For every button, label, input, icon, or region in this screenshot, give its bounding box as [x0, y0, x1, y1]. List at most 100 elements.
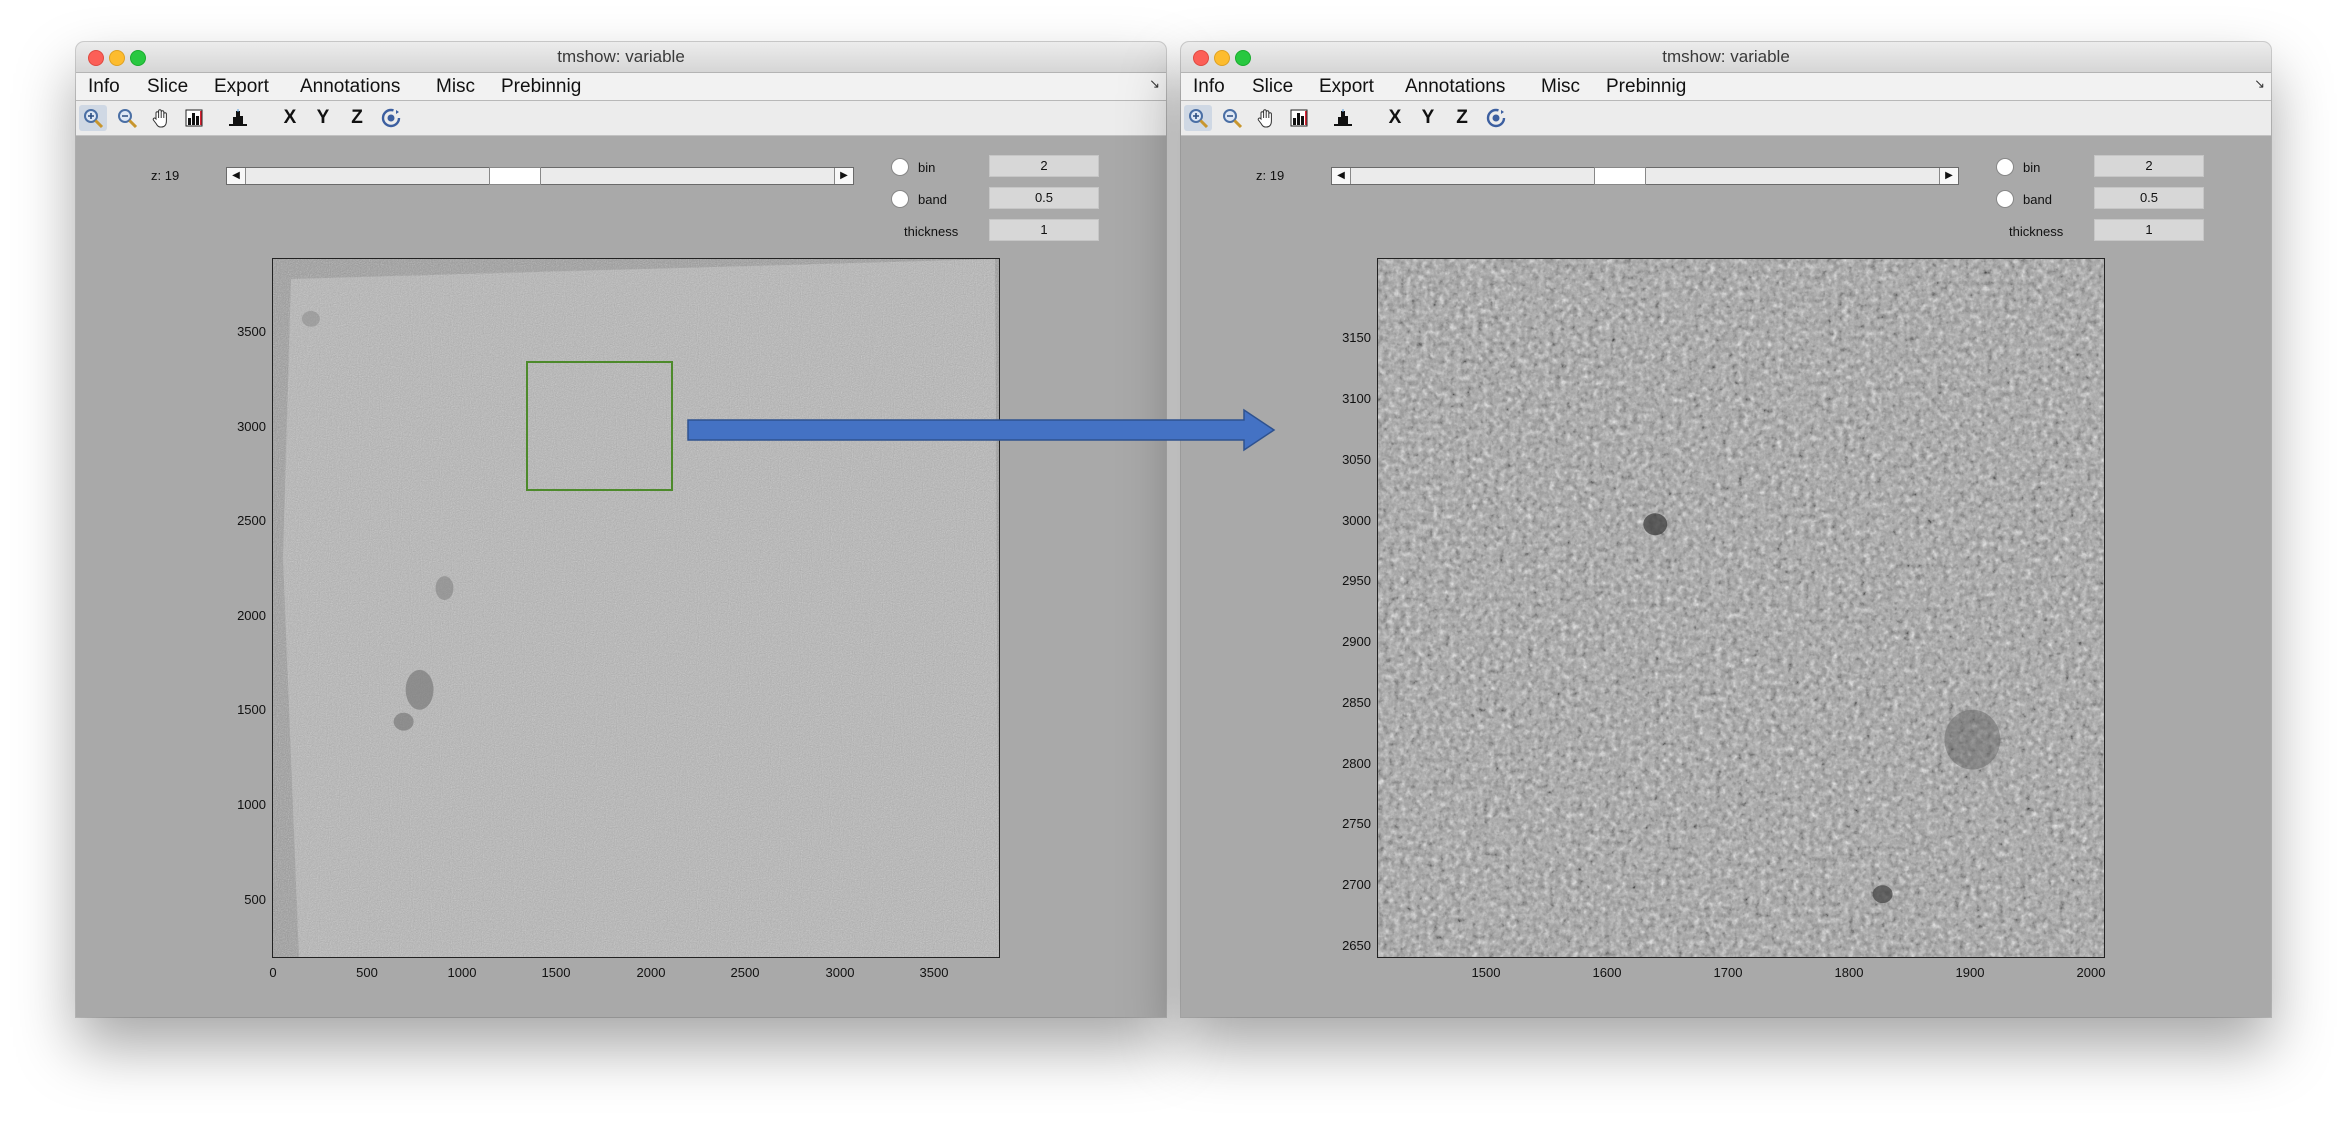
slice-z-label: z: 19	[151, 168, 180, 183]
x-tick-label: 1000	[447, 965, 477, 980]
x-tick-label: 500	[356, 965, 378, 980]
x-tick-label: 1500	[1471, 965, 1501, 980]
slider-left-arrow-icon[interactable]: ◀	[227, 168, 246, 184]
bin-field[interactable]: 2	[989, 155, 1099, 177]
window-title: tmshow: variable	[1662, 47, 1790, 66]
slider-thumb[interactable]	[489, 167, 541, 185]
x-tick-label: 1900	[1955, 965, 1985, 980]
tomogram-image-zoomed[interactable]	[1377, 258, 2105, 958]
window-title: tmshow: variable	[557, 47, 685, 66]
bin-radio[interactable]	[1996, 158, 2014, 176]
menu-export[interactable]: Export	[210, 73, 273, 100]
y-tick-label: 3000	[237, 419, 266, 434]
menu-info[interactable]: Info	[1189, 73, 1229, 100]
y-tick-label: 2950	[1342, 573, 1371, 588]
y-tick-label: 3150	[1342, 330, 1371, 345]
x-tick-label: 1500	[541, 965, 571, 980]
zoom-out-icon[interactable]	[113, 105, 141, 131]
y-tick-label: 2750	[1342, 816, 1371, 831]
x-tick-label: 0	[269, 965, 277, 980]
axis-y-button[interactable]: Y	[309, 105, 337, 131]
band-radio[interactable]	[891, 190, 909, 208]
x-tick-label: 1600	[1592, 965, 1622, 980]
title-bar[interactable]: tmshow: variable	[76, 42, 1166, 73]
bin-field[interactable]: 2	[2094, 155, 2204, 177]
y-tick-label: 2800	[1342, 756, 1371, 771]
y-tick-label: 3500	[237, 324, 266, 339]
x-tick-label: 2500	[730, 965, 760, 980]
histogram-icon[interactable]	[224, 105, 252, 131]
zoom-out-icon[interactable]	[1218, 105, 1246, 131]
colorbar-icon[interactable]	[1285, 105, 1313, 131]
axis-z-button[interactable]: Z	[1448, 105, 1476, 131]
micrograph-zoom-image	[1378, 259, 2104, 957]
toolbar: X Y Z	[76, 101, 1166, 136]
y-tick-label: 500	[244, 892, 266, 907]
x-tick-label: 1800	[1834, 965, 1864, 980]
menu-annotations[interactable]: Annotations	[1401, 73, 1509, 100]
zoom-connector-arrow	[687, 408, 1276, 452]
title-bar[interactable]: tmshow: variable	[1181, 42, 2271, 73]
menu-misc[interactable]: Misc	[432, 73, 479, 100]
slider-right-arrow-icon[interactable]: ▶	[834, 168, 853, 184]
y-tick-label: 3000	[1342, 513, 1371, 528]
maximize-window-button[interactable]	[130, 50, 146, 66]
bin-label: bin	[918, 160, 936, 175]
x-tick-label: 2000	[2076, 965, 2106, 980]
close-window-button[interactable]	[88, 50, 104, 66]
tmshow-window-right: tmshow: variable Info Slice Export Annot…	[1181, 42, 2271, 1017]
pan-hand-icon[interactable]	[1252, 105, 1280, 131]
menu-slice[interactable]: Slice	[143, 73, 192, 100]
menu-prebinnig[interactable]: Prebinnig	[1602, 73, 1690, 100]
thickness-field[interactable]: 1	[989, 219, 1099, 241]
rotate-3d-icon[interactable]	[1482, 105, 1510, 131]
thickness-label: thickness	[2009, 224, 2064, 239]
bin-radio[interactable]	[891, 158, 909, 176]
maximize-window-button[interactable]	[1235, 50, 1251, 66]
bin-label: bin	[2023, 160, 2041, 175]
pan-hand-icon[interactable]	[147, 105, 175, 131]
close-window-button[interactable]	[1193, 50, 1209, 66]
axis-x-button[interactable]: X	[1381, 105, 1409, 131]
toolbar: X Y Z	[1181, 101, 2271, 136]
minimize-window-button[interactable]	[1214, 50, 1230, 66]
zoom-in-icon[interactable]	[79, 105, 107, 131]
slice-slider[interactable]: ◀ ▶	[226, 167, 854, 185]
y-tick-label: 2900	[1342, 634, 1371, 649]
histogram-icon[interactable]	[1329, 105, 1357, 131]
slice-slider[interactable]: ◀ ▶	[1331, 167, 1959, 185]
y-tick-label: 3050	[1342, 452, 1371, 467]
y-tick-label: 3100	[1342, 391, 1371, 406]
rotate-3d-icon[interactable]	[377, 105, 405, 131]
menu-slice[interactable]: Slice	[1248, 73, 1297, 100]
menu-bar: Info Slice Export Annotations Misc Prebi…	[76, 73, 1166, 101]
menu-misc[interactable]: Misc	[1537, 73, 1584, 100]
axis-z-button[interactable]: Z	[343, 105, 371, 131]
y-tick-label: 1500	[237, 702, 266, 717]
zoom-in-icon[interactable]	[1184, 105, 1212, 131]
y-tick-label: 2700	[1342, 877, 1371, 892]
resize-icon[interactable]: ↘	[1149, 76, 1160, 92]
menu-prebinnig[interactable]: Prebinnig	[497, 73, 585, 100]
menu-annotations[interactable]: Annotations	[296, 73, 404, 100]
slider-left-arrow-icon[interactable]: ◀	[1332, 168, 1351, 184]
band-field[interactable]: 0.5	[2094, 187, 2204, 209]
axis-y-button[interactable]: Y	[1414, 105, 1442, 131]
thickness-label: thickness	[904, 224, 959, 239]
menu-export[interactable]: Export	[1315, 73, 1378, 100]
y-tick-label: 1000	[237, 797, 266, 812]
zoom-region-box[interactable]	[526, 361, 673, 491]
menu-info[interactable]: Info	[84, 73, 124, 100]
band-field[interactable]: 0.5	[989, 187, 1099, 209]
resize-icon[interactable]: ↘	[2254, 76, 2265, 92]
slider-right-arrow-icon[interactable]: ▶	[1939, 168, 1958, 184]
tmshow-window-left: tmshow: variable Info Slice Export Annot…	[76, 42, 1166, 1017]
colorbar-icon[interactable]	[180, 105, 208, 131]
band-radio[interactable]	[1996, 190, 2014, 208]
axis-x-button[interactable]: X	[276, 105, 304, 131]
minimize-window-button[interactable]	[109, 50, 125, 66]
y-tick-label: 2650	[1342, 938, 1371, 953]
thickness-field[interactable]: 1	[2094, 219, 2204, 241]
x-tick-label: 2000	[636, 965, 666, 980]
slider-thumb[interactable]	[1594, 167, 1646, 185]
